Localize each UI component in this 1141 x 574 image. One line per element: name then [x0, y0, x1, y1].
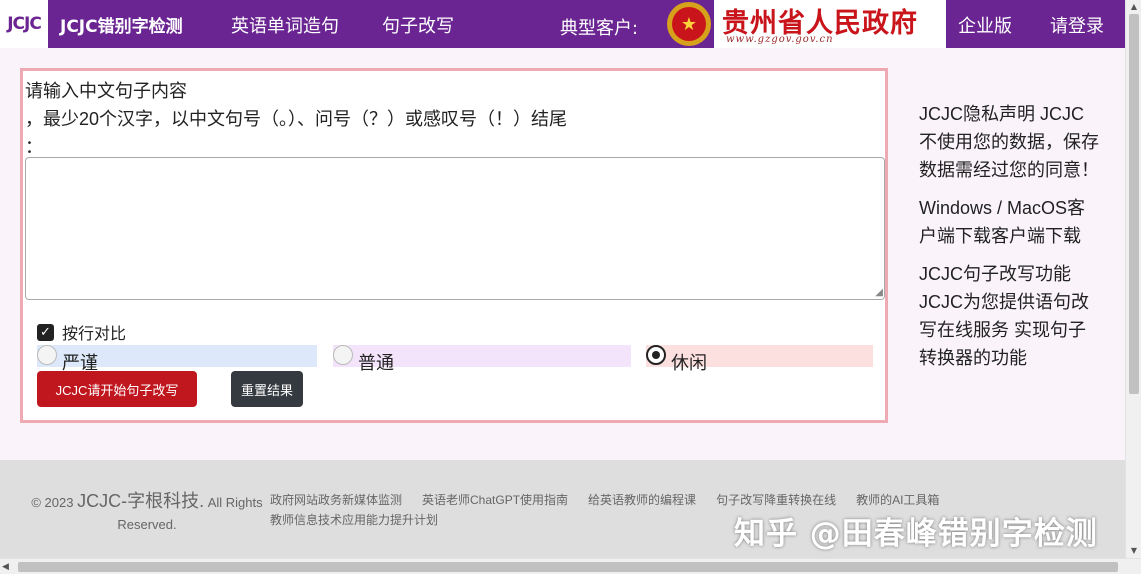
copyright: © 2023 JCJC-字根科技. All Rights Reserved. — [22, 490, 272, 536]
privacy-statement[interactable]: JCJC隐私声明 JCJC不使用您的数据，保存数据需经过您的同意！ — [919, 100, 1099, 184]
footer-link[interactable]: 英语老师ChatGPT使用指南 — [422, 493, 568, 507]
scroll-up-icon[interactable]: ▲ — [1126, 0, 1141, 14]
site-logo[interactable]: JCJC — [0, 0, 48, 48]
copyright-year: © 2023 — [31, 495, 74, 510]
customer-banner[interactable]: 贵州省人民政府 www.gzgov.gov.cn — [714, 0, 946, 48]
mode-label-casual: 休闲 — [671, 353, 707, 373]
mode-option-casual[interactable]: 休闲 — [646, 345, 873, 373]
radio-icon[interactable] — [37, 345, 57, 365]
input-label-line2: ，最少20个汉字，以中文句号（。）、问号（？）或感叹号（！）结尾 — [25, 109, 568, 129]
horizontal-scrollbar[interactable]: ◀ — [0, 558, 1141, 574]
zhihu-watermark: 知乎 @田春峰错别字检测 — [734, 516, 1098, 552]
input-label: 请输入中文句子内容 ，最少20个汉字，以中文句号（。）、问号（？）或感叹号（！）… — [25, 77, 567, 161]
top-navbar: JCJC JCJC错别字检测 英语单词造句 句子改写 典型客户: ★ 贵州省人民… — [0, 0, 1125, 48]
national-emblem-icon: ★ — [667, 2, 711, 46]
nav-brand-link[interactable]: JCJC错别字检测 — [60, 12, 183, 37]
nav-item-sentence-rewrite[interactable]: 句子改写 — [382, 12, 454, 38]
copyright-name: JCJC-字根科技. — [77, 491, 205, 511]
nav-item-enterprise[interactable]: 企业版 — [958, 12, 1012, 38]
compare-by-line-option[interactable]: ✓ 按行对比 — [37, 320, 126, 344]
footer-link[interactable]: 给英语教师的编程课 — [588, 493, 696, 507]
vertical-scrollbar[interactable]: ▲ ▼ — [1125, 0, 1141, 558]
client-download[interactable]: Windows / MacOS客户端下载客户端下载 — [919, 194, 1099, 250]
reset-button[interactable]: 重置结果 — [231, 371, 303, 407]
compare-label: 按行对比 — [62, 326, 127, 343]
page-footer: © 2023 JCJC-字根科技. All Rights Reserved. 政… — [0, 460, 1125, 558]
footer-link[interactable]: 教师信息技术应用能力提升计划 — [270, 513, 438, 527]
horizontal-scroll-thumb[interactable] — [18, 562, 1118, 572]
mode-label-normal: 普通 — [358, 353, 394, 373]
footer-link[interactable]: 政府网站政务新媒体监测 — [270, 493, 402, 507]
footer-link[interactable]: 句子改写降重转换在线 — [716, 493, 836, 507]
radio-icon[interactable] — [646, 345, 666, 365]
vertical-scroll-thumb[interactable] — [1129, 14, 1139, 394]
input-label-line1: 请输入中文句子内容 — [25, 81, 187, 101]
resize-grip-icon[interactable]: ◢ — [875, 288, 883, 298]
sentence-textarea[interactable]: ◢ — [25, 157, 885, 300]
customer-gov-url: www.gzgov.gov.cn — [726, 34, 834, 45]
radio-icon[interactable] — [333, 345, 353, 365]
checkbox-checked-icon[interactable]: ✓ — [37, 323, 54, 341]
rewrite-form-panel: 请输入中文句子内容 ，最少20个汉字，以中文句号（。）、问号（？）或感叹号（！）… — [20, 68, 888, 423]
scroll-left-icon[interactable]: ◀ — [2, 559, 9, 574]
mode-option-strict[interactable]: 严谨 — [37, 345, 317, 373]
side-info: JCJC隐私声明 JCJC不使用您的数据，保存数据需经过您的同意！ Window… — [919, 100, 1099, 382]
scroll-down-icon[interactable]: ▼ — [1126, 544, 1141, 558]
start-rewrite-button[interactable]: JCJC请开始句子改写 — [37, 371, 197, 407]
rewrite-feature[interactable]: JCJC句子改写功能 JCJC为您提供语句改写在线服务 实现句子转换器的功能 — [919, 260, 1099, 372]
footer-link[interactable]: 教师的AI工具箱 — [856, 493, 939, 507]
customer-label: 典型客户: — [560, 18, 639, 39]
mode-option-normal[interactable]: 普通 — [333, 345, 631, 373]
login-link[interactable]: 请登录 — [1050, 12, 1104, 38]
nav-item-english-sentence[interactable]: 英语单词造句 — [231, 12, 339, 38]
